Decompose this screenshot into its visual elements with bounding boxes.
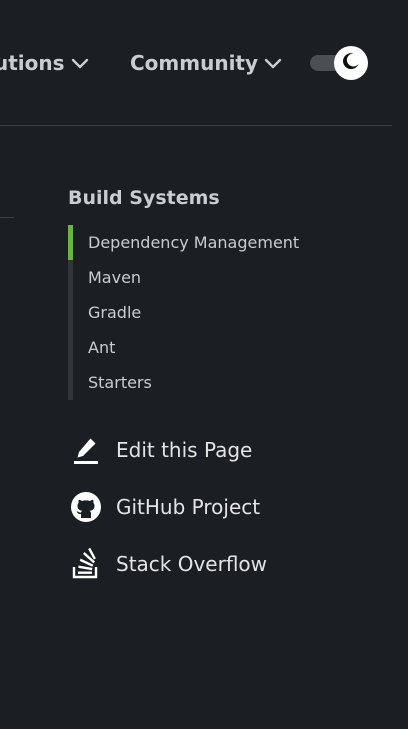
chevron-down-icon bbox=[264, 54, 282, 72]
pencil-icon bbox=[70, 434, 102, 466]
content-divider bbox=[0, 217, 14, 218]
nav-solutions-label: utions bbox=[0, 51, 65, 75]
theme-toggle[interactable] bbox=[310, 46, 368, 80]
nav-community-menu[interactable]: Community bbox=[130, 48, 282, 78]
stack-overflow-link[interactable]: Stack Overflow bbox=[70, 546, 390, 582]
github-icon bbox=[70, 491, 102, 523]
table-of-contents: Build Systems Dependency Management Mave… bbox=[68, 184, 398, 400]
chevron-down-icon bbox=[71, 54, 89, 72]
edit-page-label: Edit this Page bbox=[116, 438, 253, 462]
nav-divider bbox=[0, 125, 392, 126]
toc-title: Build Systems bbox=[68, 187, 220, 209]
stackoverflow-icon bbox=[70, 548, 102, 580]
toc-item-ant[interactable]: Ant bbox=[73, 330, 398, 365]
moon-icon bbox=[341, 51, 361, 75]
toc-item-maven[interactable]: Maven bbox=[73, 260, 398, 295]
nav-community-label: Community bbox=[130, 51, 259, 75]
github-project-link[interactable]: GitHub Project bbox=[70, 489, 390, 525]
stack-overflow-label: Stack Overflow bbox=[116, 552, 268, 576]
page-actions: Edit this Page GitHub Project Stack Over… bbox=[70, 432, 390, 603]
nav-solutions-menu[interactable]: utions bbox=[0, 48, 89, 78]
toc-item-dependency-management[interactable]: Dependency Management bbox=[68, 225, 398, 260]
edit-page-link[interactable]: Edit this Page bbox=[70, 432, 390, 468]
page: utions Community Build Systems Dependenc… bbox=[0, 0, 408, 729]
toc-item-starters[interactable]: Starters bbox=[73, 365, 398, 400]
top-navigation: utions Community bbox=[0, 0, 408, 126]
toggle-knob bbox=[334, 46, 368, 80]
github-project-label: GitHub Project bbox=[116, 495, 261, 519]
toc-list: Dependency Management Maven Gradle Ant S… bbox=[68, 225, 398, 400]
toc-item-gradle[interactable]: Gradle bbox=[73, 295, 398, 330]
